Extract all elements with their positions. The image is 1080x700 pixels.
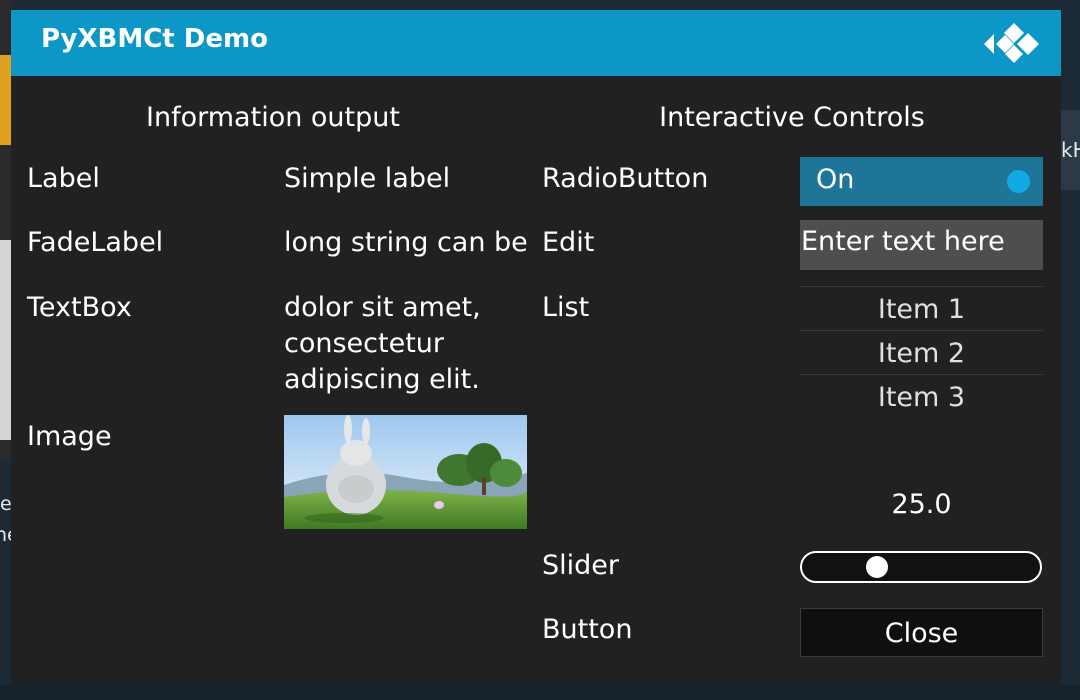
info-section-heading: Information output	[146, 102, 400, 133]
list-item[interactable]: Item 3	[800, 374, 1043, 418]
item-list[interactable]: Item 1 Item 2 Item 3	[800, 286, 1043, 418]
textbox-line: dolor sit amet,	[284, 292, 481, 323]
big-buck-bunny-image	[284, 415, 527, 529]
radio-button-label: On	[816, 164, 855, 195]
textbox-line: adipiscing elit.	[284, 364, 480, 395]
background-text-fragment: kH	[1061, 138, 1080, 162]
textbox-row-name: TextBox	[27, 292, 132, 323]
edit-row-name: Edit	[542, 227, 595, 258]
button-row-name: Button	[542, 614, 633, 645]
demo-dialog: PyXBMCt Demo Information output Label Si…	[11, 10, 1061, 685]
label-row-name: Label	[27, 163, 100, 194]
fadelabel-value: long string can be	[284, 227, 527, 258]
list-row-name: List	[542, 292, 590, 323]
radio-button[interactable]: On	[800, 157, 1043, 206]
slider-value-text: 25.0	[891, 489, 952, 520]
background-text-fragment: e	[0, 493, 12, 515]
list-item[interactable]: Item 2	[800, 330, 1043, 374]
label-value: Simple label	[284, 163, 451, 194]
dialog-title: PyXBMCt Demo	[41, 24, 268, 54]
controls-section-heading: Interactive Controls	[659, 102, 925, 133]
image-row-name: Image	[27, 421, 112, 452]
background-bottom-bar	[0, 685, 1080, 700]
kodi-logo-icon	[984, 23, 1039, 63]
textbox-line: consectetur	[284, 328, 444, 359]
radiobutton-row-name: RadioButton	[542, 163, 709, 194]
close-button[interactable]: Close	[800, 608, 1043, 657]
radio-indicator-icon	[1007, 170, 1030, 193]
dialog-title-bar: PyXBMCt Demo	[11, 10, 1061, 76]
fadelabel-row-name: FadeLabel	[27, 227, 164, 258]
edit-text-value: Enter text here	[801, 226, 1005, 257]
slider-row-name: Slider	[542, 550, 619, 581]
list-item[interactable]: Item 1	[800, 286, 1043, 330]
edit-text-field[interactable]: Enter text here	[800, 220, 1043, 270]
slider-track[interactable]	[800, 551, 1042, 583]
slider-handle[interactable]	[866, 556, 888, 578]
